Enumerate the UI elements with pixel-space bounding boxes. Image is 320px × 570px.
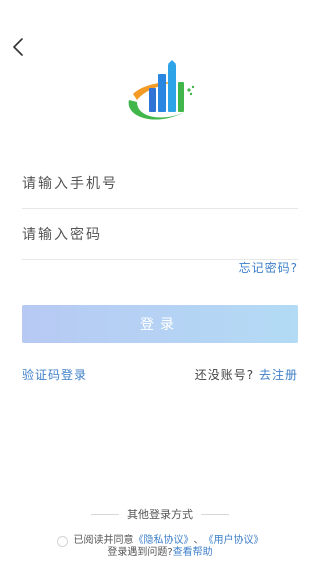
city-buildings-logo [128,60,195,120]
chevron-left-icon [13,38,23,56]
password-input[interactable] [22,211,298,259]
agree-prefix: 已阅读并同意 [73,535,134,546]
sms-login-link[interactable]: 验证码登录 [22,366,87,383]
help-prefix: 登录遇到问题? [107,547,173,558]
password-field [22,211,298,260]
user-agreement-link[interactable]: 《用户协议》 [204,535,264,547]
no-account-label: 还没账号? [194,368,259,382]
help-row: 登录遇到问题?查看帮助 [0,547,320,559]
login-button[interactable]: 登录 [22,305,298,343]
other-login-label: 其他登录方式 [127,508,193,521]
forgot-password-link[interactable]: 忘记密码? [239,259,298,276]
agree-checkbox[interactable] [56,535,68,547]
other-login-divider: 其他登录方式 [0,506,320,522]
app-logo [123,60,199,128]
back-button[interactable] [8,36,28,58]
phone-field [22,160,298,209]
divider-line-right [201,513,229,515]
phone-input[interactable] [22,160,298,208]
register-row: 还没账号? 去注册 [195,366,298,383]
agreement-row: 已阅读并同意 《隐私协议》 、 《用户协议》 [0,535,320,547]
privacy-policy-link[interactable]: 《隐私协议》 [134,535,194,547]
register-link[interactable]: 去注册 [259,368,298,382]
agree-separator: 、 [193,535,204,546]
help-link[interactable]: 查看帮助 [173,547,213,558]
login-page: 忘记密码? 登录 验证码登录 还没账号? 去注册 其他登录方式 已阅读并同意 《… [0,0,320,570]
divider-line-left [91,513,119,515]
